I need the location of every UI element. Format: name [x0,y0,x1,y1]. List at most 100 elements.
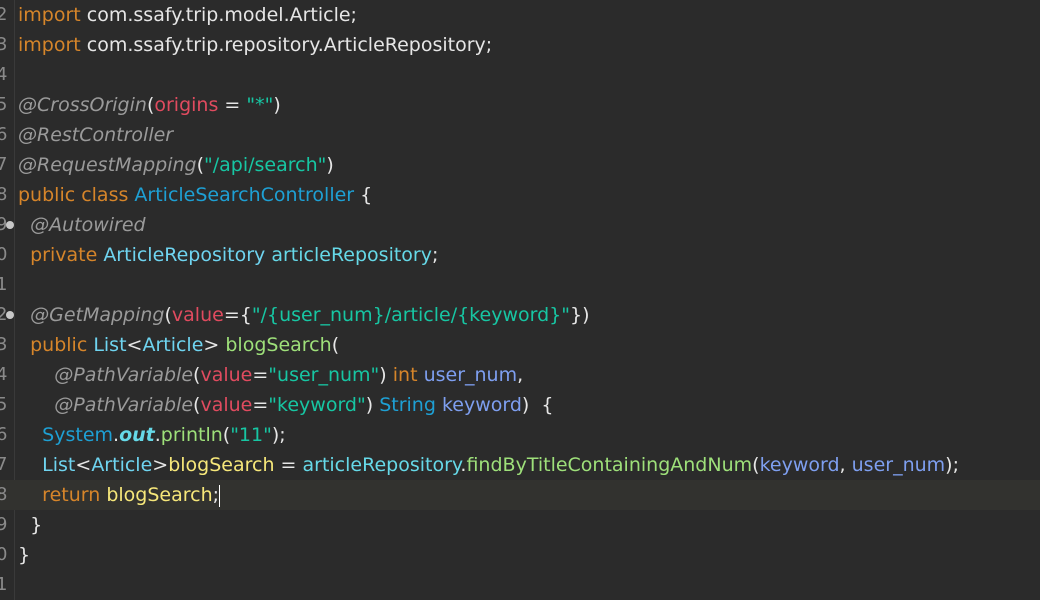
code-line[interactable]: 2 @GetMapping(value={"/{user_num}/articl… [0,300,1040,330]
code-line[interactable]: 0 private ArticleRepository articleRepos… [0,240,1040,270]
line-number: 9 [0,514,8,535]
code-token: ) { [521,394,554,416]
code-token: ArticleSearchController [134,184,355,206]
code-token: String [379,394,436,416]
code-token: = [252,364,269,386]
code-token: blogSearch [225,334,332,356]
code-token: ) [365,394,380,416]
code-token: user_num [851,454,946,476]
code-token: } [18,544,31,566]
line-number: 7 [0,454,8,475]
code-token: "keyword" [268,394,366,416]
code-text: return blogSearch; [18,480,221,510]
code-token: @RequestMapping [18,154,197,176]
code-line[interactable]: 6 @RestController [0,120,1040,150]
text-cursor [219,484,221,507]
code-token: { [354,184,373,206]
line-number: 8 [0,184,8,205]
code-line[interactable]: 3 import com.ssafy.trip.repository.Articl… [0,30,1040,60]
code-line[interactable]: 6 System.out.println("11"); [0,420,1040,450]
code-editor[interactable]: 2 import com.ssafy.trip.model.Article; 3 im… [0,0,1040,600]
code-text: import com.ssafy.trip.model.Article; [18,0,357,30]
code-line[interactable]: 9 @Autowired [0,210,1040,240]
code-text: } [18,540,30,570]
code-text: @RequestMapping("/api/search") [18,150,334,180]
code-token: ( [752,454,760,476]
code-token: List [93,334,127,356]
line-number: 6 [0,424,8,445]
line-number: 6 [0,124,8,145]
code-line[interactable]: 8 public class ArticleSearchController { [0,180,1040,210]
code-text: @CrossOrigin(origins = "*") [18,90,281,120]
code-line[interactable]: 2 import com.ssafy.trip.model.Article; [0,0,1040,30]
code-line[interactable]: 5 @CrossOrigin(origins = "*") [0,90,1040,120]
code-token: origins [154,94,219,116]
code-token: @PathVariable [54,394,194,416]
code-token: > [203,334,226,356]
line-number: 7 [0,154,8,175]
code-token: Article [91,454,153,476]
fold-marker-icon[interactable] [6,311,14,319]
code-token: ) [273,94,281,116]
code-line[interactable]: 4 [0,60,1040,90]
code-text: } [18,510,42,540]
code-token: keyword [441,394,522,416]
code-line[interactable]: 9 } [0,510,1040,540]
code-token: @RestController [18,124,174,146]
code-token: private [30,244,104,266]
code-token: @Autowired [30,214,146,236]
code-token: println [160,424,223,446]
code-token: out [119,424,155,446]
code-token: Article [142,334,204,356]
code-token: import [18,34,81,56]
code-token: System [42,424,114,446]
line-number: 1 [0,574,8,595]
code-line[interactable]: 5 @PathVariable(value="keyword") String … [0,390,1040,420]
code-line[interactable]: 3 public List<Article> blogSearch( [0,330,1040,360]
code-token: , [517,364,524,386]
code-line[interactable]: 4 @PathVariable(value="user_num") int us… [0,360,1040,390]
code-text: private ArticleRepository articleReposit… [18,240,438,270]
code-token: = [252,394,269,416]
code-token: ( [164,304,172,326]
code-token: > [152,454,169,476]
code-line[interactable]: 1 [0,270,1040,300]
code-token: articleRepository [271,244,432,266]
code-token: ; [431,244,439,266]
code-token: ( [331,334,340,356]
code-token: value [171,304,224,326]
fold-marker-icon[interactable] [6,221,14,229]
code-line[interactable]: 1 [0,570,1040,600]
code-token: public class [18,184,135,206]
code-token: findByTitleContainingAndNum [466,454,753,476]
code-token: int [392,364,418,386]
code-token: return [42,484,101,506]
code-token: , [839,454,852,476]
code-token: ) [379,364,393,386]
code-text: @GetMapping(value={"/{user_num}/article/… [18,300,589,330]
code-token: ={ [223,304,252,326]
line-number: 5 [0,94,8,115]
code-line[interactable]: 7 @RequestMapping("/api/search") [0,150,1040,180]
code-token: user_num [423,364,518,386]
code-text: public class ArticleSearchController { [18,180,372,210]
code-token: "11" [230,424,272,446]
code-token: blogSearch [106,484,213,506]
code-token: import [18,4,81,26]
code-token: public [30,334,94,356]
code-token: ( [196,154,204,176]
code-line[interactable]: 7 List<Article>blogSearch = articleRepos… [0,450,1040,480]
code-token: = [218,94,247,116]
code-token: value [200,364,253,386]
code-token: = [274,454,303,476]
code-token: ); [945,454,959,476]
code-line[interactable]: 0} [0,540,1040,570]
current-code-line[interactable]: 8 return blogSearch; [0,480,1040,510]
